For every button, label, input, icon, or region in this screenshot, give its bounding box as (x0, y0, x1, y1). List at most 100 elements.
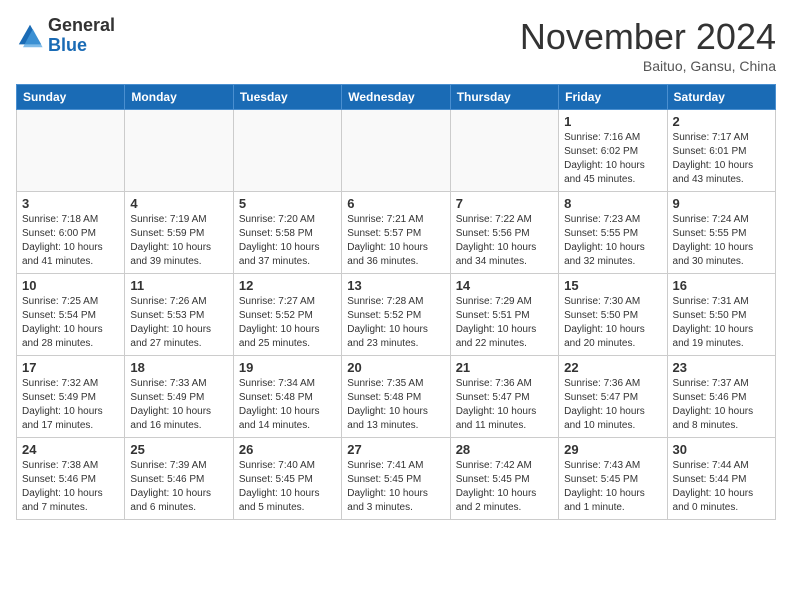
calendar-cell: 20 Sunrise: 7:35 AM Sunset: 5:48 PM Dayli… (342, 356, 450, 438)
day-number: 19 (239, 360, 336, 375)
calendar-cell: 1Sunrise: 7:16 AM Sunset: 6:02 PM Daylig… (559, 110, 667, 192)
day-number: 21 (456, 360, 553, 375)
logo: General Blue (16, 16, 115, 56)
calendar-cell (450, 110, 558, 192)
day-info: Sunrise: 7:44 AM Sunset: 5:44 PM Dayligh… (673, 459, 770, 515)
calendar-table: SundayMondayTuesdayWednesdayThursdayFrid… (16, 84, 776, 520)
day-info: Sunrise: 7:37 AM Sunset: 5:46 PM Dayligh… (673, 377, 770, 433)
day-info: Sunrise: 7:32 AM Sunset: 5:49 PM Dayligh… (22, 377, 119, 433)
day-number: 6 (347, 196, 444, 211)
month-title: November 2024 (520, 16, 776, 58)
calendar-cell: 30 Sunrise: 7:44 AM Sunset: 5:44 PM Dayli… (667, 438, 775, 520)
day-info: Sunrise: 7:38 AM Sunset: 5:46 PM Dayligh… (22, 459, 119, 515)
day-number: 1 (564, 114, 661, 129)
calendar-cell: 2 Sunrise: 7:17 AM Sunset: 6:01 PM Daylig… (667, 110, 775, 192)
day-info: Sunrise: 7:26 AM Sunset: 5:53 PM Dayligh… (130, 295, 227, 351)
day-info: Sunrise: 7:40 AM Sunset: 5:45 PM Dayligh… (239, 459, 336, 515)
day-info: Sunrise: 7:23 AM Sunset: 5:55 PM Dayligh… (564, 213, 661, 269)
calendar-cell: 8Sunrise: 7:23 AM Sunset: 5:55 PM Daylig… (559, 192, 667, 274)
calendar-cell: 21 Sunrise: 7:36 AM Sunset: 5:47 PM Dayli… (450, 356, 558, 438)
day-number: 30 (673, 442, 770, 457)
page-header: General Blue November 2024 Baituo, Gansu… (16, 16, 776, 74)
calendar-cell: 5 Sunrise: 7:20 AM Sunset: 5:58 PM Daylig… (233, 192, 341, 274)
day-info: Sunrise: 7:36 AM Sunset: 5:47 PM Dayligh… (564, 377, 661, 433)
calendar-cell (125, 110, 233, 192)
weekday-header: Thursday (450, 85, 558, 110)
calendar-cell: 29 Sunrise: 7:43 AM Sunset: 5:45 PM Dayli… (559, 438, 667, 520)
week-row: 1Sunrise: 7:16 AM Sunset: 6:02 PM Daylig… (17, 110, 776, 192)
day-number: 22 (564, 360, 661, 375)
day-number: 12 (239, 278, 336, 293)
week-row: 17 Sunrise: 7:32 AM Sunset: 5:49 PM Dayli… (17, 356, 776, 438)
weekday-header: Tuesday (233, 85, 341, 110)
calendar-cell: 9 Sunrise: 7:24 AM Sunset: 5:55 PM Daylig… (667, 192, 775, 274)
day-number: 29 (564, 442, 661, 457)
day-number: 28 (456, 442, 553, 457)
week-row: 3Sunrise: 7:18 AM Sunset: 6:00 PM Daylig… (17, 192, 776, 274)
day-info: Sunrise: 7:39 AM Sunset: 5:46 PM Dayligh… (130, 459, 227, 515)
weekday-header: Monday (125, 85, 233, 110)
calendar-cell: 14Sunrise: 7:29 AM Sunset: 5:51 PM Dayli… (450, 274, 558, 356)
day-number: 24 (22, 442, 119, 457)
day-number: 18 (130, 360, 227, 375)
day-info: Sunrise: 7:20 AM Sunset: 5:58 PM Dayligh… (239, 213, 336, 269)
day-info: Sunrise: 7:22 AM Sunset: 5:56 PM Dayligh… (456, 213, 553, 269)
weekday-header: Saturday (667, 85, 775, 110)
logo-blue: Blue (48, 36, 115, 56)
calendar-cell: 13 Sunrise: 7:28 AM Sunset: 5:52 PM Dayli… (342, 274, 450, 356)
day-info: Sunrise: 7:35 AM Sunset: 5:48 PM Dayligh… (347, 377, 444, 433)
day-number: 10 (22, 278, 119, 293)
day-info: Sunrise: 7:43 AM Sunset: 5:45 PM Dayligh… (564, 459, 661, 515)
calendar-cell (233, 110, 341, 192)
day-info: Sunrise: 7:27 AM Sunset: 5:52 PM Dayligh… (239, 295, 336, 351)
calendar-cell: 18 Sunrise: 7:33 AM Sunset: 5:49 PM Dayli… (125, 356, 233, 438)
day-number: 23 (673, 360, 770, 375)
day-info: Sunrise: 7:24 AM Sunset: 5:55 PM Dayligh… (673, 213, 770, 269)
day-info: Sunrise: 7:42 AM Sunset: 5:45 PM Dayligh… (456, 459, 553, 515)
day-info: Sunrise: 7:34 AM Sunset: 5:48 PM Dayligh… (239, 377, 336, 433)
calendar-cell: 15Sunrise: 7:30 AM Sunset: 5:50 PM Dayli… (559, 274, 667, 356)
day-number: 17 (22, 360, 119, 375)
calendar-cell: 4 Sunrise: 7:19 AM Sunset: 5:59 PM Daylig… (125, 192, 233, 274)
day-info: Sunrise: 7:21 AM Sunset: 5:57 PM Dayligh… (347, 213, 444, 269)
calendar-cell: 6 Sunrise: 7:21 AM Sunset: 5:57 PM Daylig… (342, 192, 450, 274)
day-number: 3 (22, 196, 119, 211)
day-info: Sunrise: 7:17 AM Sunset: 6:01 PM Dayligh… (673, 131, 770, 187)
day-number: 20 (347, 360, 444, 375)
weekday-header: Wednesday (342, 85, 450, 110)
location: Baituo, Gansu, China (520, 58, 776, 74)
logo-general: General (48, 16, 115, 36)
weekday-header: Sunday (17, 85, 125, 110)
calendar-cell: 25 Sunrise: 7:39 AM Sunset: 5:46 PM Dayli… (125, 438, 233, 520)
calendar-cell: 24 Sunrise: 7:38 AM Sunset: 5:46 PM Dayli… (17, 438, 125, 520)
logo-icon (16, 22, 44, 50)
day-info: Sunrise: 7:25 AM Sunset: 5:54 PM Dayligh… (22, 295, 119, 351)
day-info: Sunrise: 7:28 AM Sunset: 5:52 PM Dayligh… (347, 295, 444, 351)
day-number: 15 (564, 278, 661, 293)
day-info: Sunrise: 7:41 AM Sunset: 5:45 PM Dayligh… (347, 459, 444, 515)
calendar-cell: 26Sunrise: 7:40 AM Sunset: 5:45 PM Dayli… (233, 438, 341, 520)
day-number: 9 (673, 196, 770, 211)
day-info: Sunrise: 7:31 AM Sunset: 5:50 PM Dayligh… (673, 295, 770, 351)
weekday-header-row: SundayMondayTuesdayWednesdayThursdayFrid… (17, 85, 776, 110)
calendar-cell: 16Sunrise: 7:31 AM Sunset: 5:50 PM Dayli… (667, 274, 775, 356)
day-number: 4 (130, 196, 227, 211)
logo-text: General Blue (48, 16, 115, 56)
calendar-cell: 27 Sunrise: 7:41 AM Sunset: 5:45 PM Dayli… (342, 438, 450, 520)
day-info: Sunrise: 7:36 AM Sunset: 5:47 PM Dayligh… (456, 377, 553, 433)
weekday-header: Friday (559, 85, 667, 110)
day-number: 13 (347, 278, 444, 293)
day-info: Sunrise: 7:33 AM Sunset: 5:49 PM Dayligh… (130, 377, 227, 433)
day-info: Sunrise: 7:19 AM Sunset: 5:59 PM Dayligh… (130, 213, 227, 269)
day-number: 25 (130, 442, 227, 457)
calendar-cell: 11Sunrise: 7:26 AM Sunset: 5:53 PM Dayli… (125, 274, 233, 356)
day-number: 27 (347, 442, 444, 457)
calendar-cell: 23 Sunrise: 7:37 AM Sunset: 5:46 PM Dayli… (667, 356, 775, 438)
calendar-cell: 28 Sunrise: 7:42 AM Sunset: 5:45 PM Dayli… (450, 438, 558, 520)
day-number: 7 (456, 196, 553, 211)
title-block: November 2024 Baituo, Gansu, China (520, 16, 776, 74)
day-number: 2 (673, 114, 770, 129)
calendar-cell: 17 Sunrise: 7:32 AM Sunset: 5:49 PM Dayli… (17, 356, 125, 438)
day-number: 5 (239, 196, 336, 211)
week-row: 24 Sunrise: 7:38 AM Sunset: 5:46 PM Dayli… (17, 438, 776, 520)
